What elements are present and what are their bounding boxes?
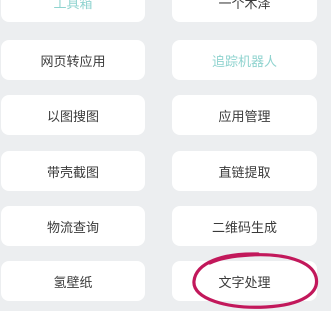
tool-toolbox[interactable]: 工具箱 <box>1 0 145 22</box>
tool-grid: 工具箱 网页转应用 以图搜图 带壳截图 物流查询 氢壁纸 一个木泽 追踪机器人 … <box>0 0 331 301</box>
tool-app-manager[interactable]: 应用管理 <box>172 95 317 135</box>
tool-label: 工具箱 <box>53 0 93 12</box>
tool-label: 带壳截图 <box>46 165 99 181</box>
tool-direct-link-extract[interactable]: 直链提取 <box>172 151 317 191</box>
tool-label: 以图搜图 <box>46 109 99 125</box>
tool-hydrogen-wallpaper[interactable]: 氢壁纸 <box>1 261 145 301</box>
tool-logistics-query[interactable]: 物流查询 <box>1 206 145 246</box>
tool-label: 文字处理 <box>218 275 271 291</box>
tool-image-search[interactable]: 以图搜图 <box>1 95 145 135</box>
tool-framed-screenshot[interactable]: 带壳截图 <box>1 151 145 191</box>
tool-label: 应用管理 <box>218 109 271 125</box>
tool-qrcode-generator[interactable]: 二维码生成 <box>172 206 317 246</box>
tool-webpage-to-app[interactable]: 网页转应用 <box>1 40 145 80</box>
tool-label: 直链提取 <box>218 165 271 181</box>
tool-label: 二维码生成 <box>211 220 277 236</box>
tool-label: 一个木泽 <box>218 0 271 12</box>
tool-label: 氢壁纸 <box>53 275 93 291</box>
tool-label: 网页转应用 <box>40 54 106 70</box>
tool-tracking-bot[interactable]: 追踪机器人 <box>172 40 317 80</box>
tool-yige-muze[interactable]: 一个木泽 <box>172 0 317 22</box>
tool-text-processing[interactable]: 文字处理 <box>172 261 317 301</box>
tool-label: 物流查询 <box>46 220 99 236</box>
tool-label: 追踪机器人 <box>211 54 277 70</box>
